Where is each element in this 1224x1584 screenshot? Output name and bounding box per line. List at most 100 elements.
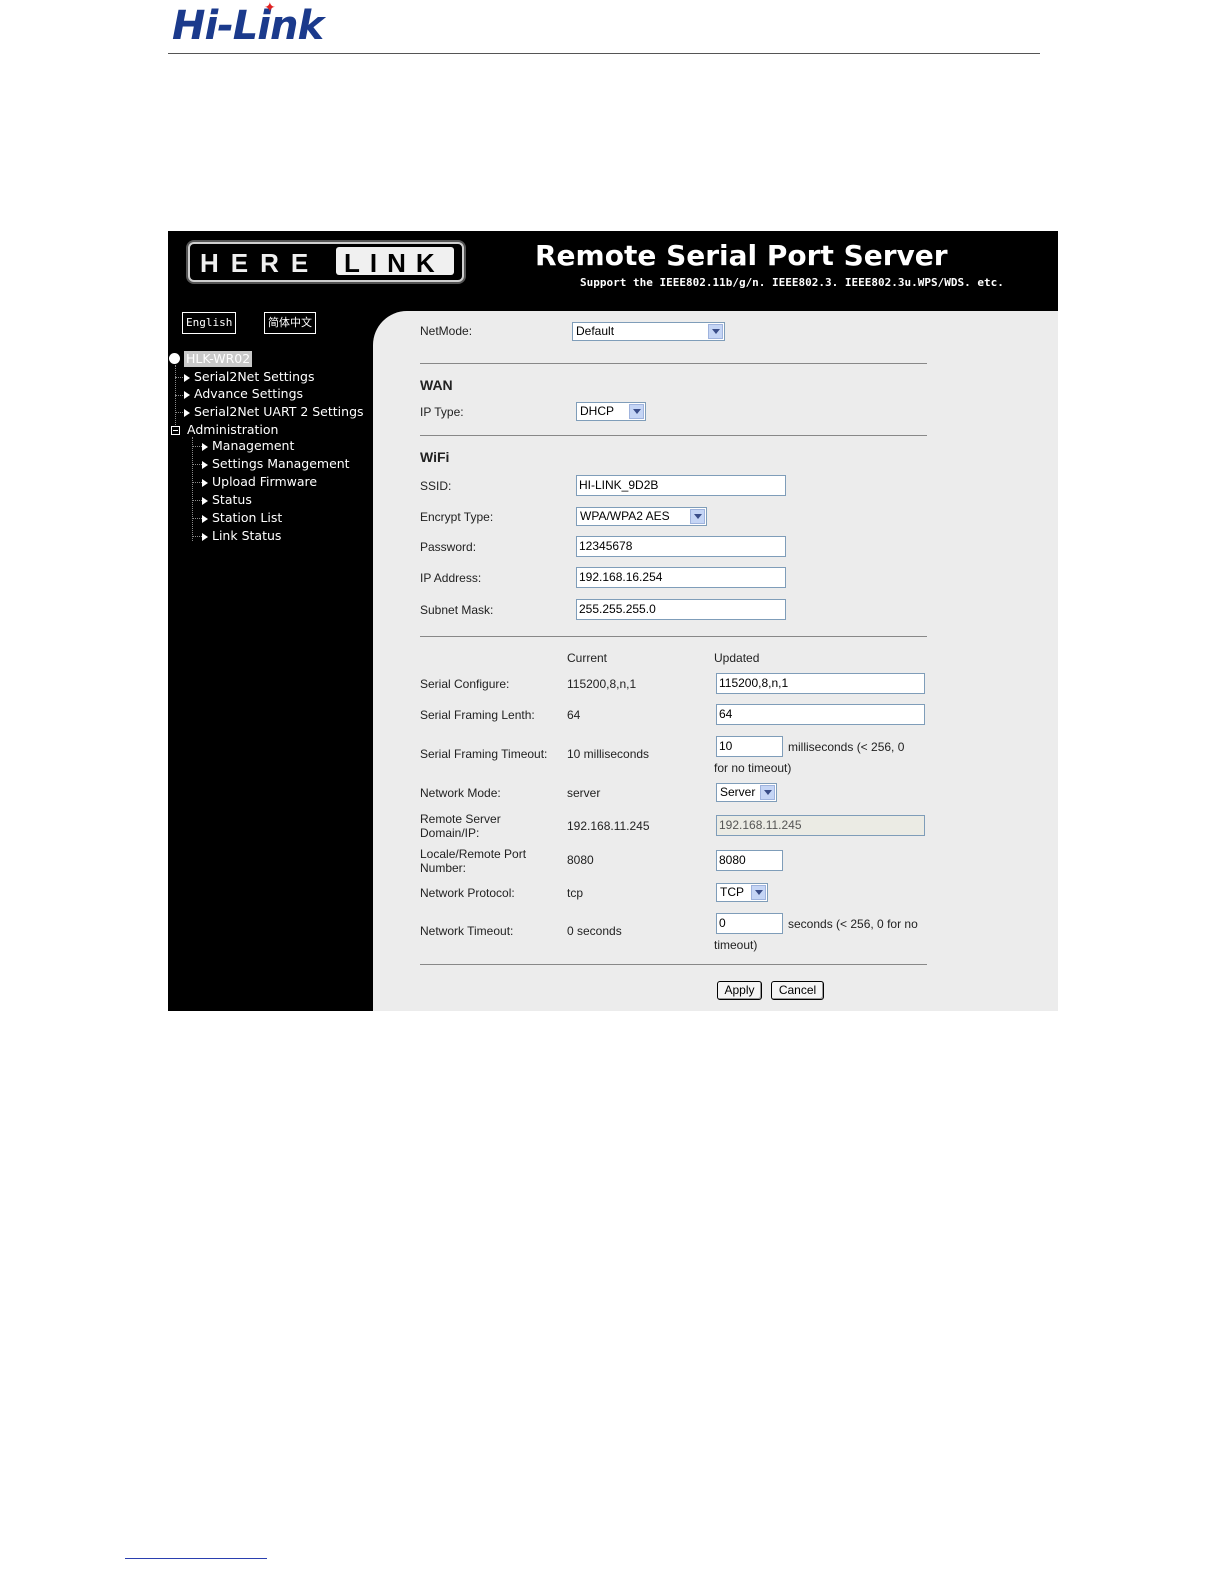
nav-item-label: Serial2Net Settings	[194, 369, 315, 384]
logo-text: Hi-Link	[172, 3, 324, 49]
encrypt-type-value: WPA/WPA2 AES	[580, 509, 670, 523]
root-node-icon	[169, 353, 180, 364]
nav-item-upload-firmware[interactable]: Upload Firmware	[202, 474, 317, 490]
ssid-label: SSID:	[420, 479, 452, 493]
network-mode-current: server	[567, 786, 601, 800]
serial-framing-length-field[interactable]: 64	[716, 704, 925, 725]
remote-server-current: 192.168.11.245	[567, 819, 650, 833]
serial-configure-label: Serial Configure:	[420, 677, 510, 691]
ip-type-value: DHCP	[580, 404, 615, 418]
serial-framing-timeout-label: Serial Framing Timeout:	[420, 747, 548, 761]
network-mode-label: Network Mode:	[420, 786, 501, 800]
remote-server-field[interactable]: 192.168.11.245	[716, 815, 925, 836]
encrypt-type-select[interactable]: WPA/WPA2 AES	[576, 507, 707, 526]
network-mode-value: Server	[720, 785, 756, 799]
serial-framing-timeout-hint-2: for no timeout)	[714, 761, 792, 775]
hi-link-logo: Hi-Link ✦	[172, 0, 342, 49]
remote-server-label-2: Domain/IP:	[420, 826, 480, 840]
chevron-down-icon	[760, 785, 775, 800]
nav-item-uart2-settings[interactable]: Serial2Net UART 2 Settings	[184, 404, 364, 420]
arrow-right-icon	[202, 532, 208, 541]
tree-connector	[192, 482, 202, 483]
wifi-header: WiFi	[420, 449, 450, 465]
arrow-right-icon	[202, 496, 208, 505]
nav-item-station-list[interactable]: Station List	[202, 510, 282, 526]
tree-connector	[192, 464, 202, 465]
network-mode-select[interactable]: Server	[716, 783, 777, 802]
tree-connector	[192, 500, 202, 501]
banner: HERE LINK Remote Serial Port Server Supp…	[168, 231, 1058, 311]
chevron-down-icon	[708, 324, 723, 339]
serial-framing-length-label: Serial Framing Lenth:	[420, 708, 535, 722]
arrow-right-icon	[202, 460, 208, 469]
tree-connector	[192, 446, 202, 447]
ip-address-field[interactable]: 192.168.16.254	[576, 567, 786, 588]
serial-framing-length-current: 64	[567, 708, 581, 722]
chevron-down-icon	[690, 509, 705, 524]
port-label-2: Number:	[420, 861, 467, 875]
password-label: Password:	[420, 540, 477, 554]
network-protocol-current: tcp	[567, 886, 584, 900]
tree-connector	[175, 365, 176, 429]
nav-item-label: Settings Management	[212, 456, 350, 471]
arrow-right-icon	[202, 442, 208, 451]
settings-panel: NetMode: Default WAN IP Type: DHCP WiFi …	[373, 311, 1058, 1011]
arrow-right-icon	[202, 514, 208, 523]
network-protocol-value: TCP	[720, 885, 744, 899]
nav-item-administration[interactable]: Administration	[187, 422, 278, 438]
brand-link: LINK	[344, 248, 445, 278]
banner-subtitle: Support the IEEE802.11b/g/n. IEEE802.3. …	[580, 276, 1004, 289]
ssid-field[interactable]: HI-LINK_9D2B	[576, 475, 786, 496]
nav-item-link-status[interactable]: Link Status	[202, 528, 281, 544]
header-rule	[168, 53, 1040, 54]
serial-configure-current: 115200,8,n,1	[567, 677, 637, 691]
nav-item-advance-settings[interactable]: Advance Settings	[184, 386, 303, 402]
wan-header: WAN	[420, 377, 453, 393]
tree-connector	[192, 437, 193, 541]
nav-item-label: Advance Settings	[194, 386, 304, 401]
star-icon: ✦	[264, 0, 276, 16]
network-timeout-current: 0 seconds	[567, 924, 622, 938]
network-protocol-select[interactable]: TCP	[716, 883, 768, 902]
footer-rule	[125, 1558, 267, 1559]
subnet-mask-label: Subnet Mask:	[420, 603, 494, 617]
network-timeout-label: Network Timeout:	[420, 924, 514, 938]
nav-item-status[interactable]: Status	[202, 492, 252, 508]
network-timeout-field[interactable]: 0	[716, 913, 783, 934]
serial-framing-timeout-field[interactable]: 10	[716, 736, 783, 757]
column-updated-header: Updated	[714, 651, 760, 665]
arrow-right-icon	[184, 390, 190, 399]
collapse-icon[interactable]	[171, 426, 180, 435]
apply-button[interactable]: Apply	[717, 981, 762, 1000]
herelink-logo: HERE LINK	[188, 242, 464, 282]
brand-link-box: LINK	[336, 247, 454, 278]
divider	[420, 636, 927, 637]
netmode-value: Default	[576, 324, 615, 338]
cancel-button[interactable]: Cancel	[771, 981, 824, 1000]
ip-type-select[interactable]: DHCP	[576, 402, 646, 421]
brand-here: HERE	[200, 248, 321, 278]
language-chinese-button[interactable]: 简体中文	[264, 312, 316, 334]
netmode-select[interactable]: Default	[572, 322, 725, 341]
divider	[420, 363, 927, 364]
nav-item-management[interactable]: Management	[202, 438, 294, 454]
serial-framing-timeout-current: 10 milliseconds	[567, 747, 650, 761]
port-field[interactable]: 8080	[716, 850, 783, 871]
serial-configure-field[interactable]: 115200,8,n,1	[716, 673, 925, 694]
network-protocol-label: Network Protocol:	[420, 886, 515, 900]
nav-item-settings-management[interactable]: Settings Management	[202, 456, 350, 472]
ip-address-label: IP Address:	[420, 571, 482, 585]
language-english-button[interactable]: English	[182, 312, 237, 334]
port-label: Locale/Remote Port	[420, 847, 527, 861]
nav-root[interactable]: HLK-WR02	[184, 351, 253, 367]
serial-framing-timeout-hint: milliseconds (< 256, 0	[788, 740, 905, 754]
divider	[420, 964, 927, 965]
divider	[420, 435, 927, 436]
nav-item-label: Management	[212, 438, 295, 453]
nav-item-serial2net-settings[interactable]: Serial2Net Settings	[184, 369, 315, 385]
nav-item-label: Link Status	[212, 528, 282, 543]
encrypt-type-label: Encrypt Type:	[420, 510, 494, 524]
password-field[interactable]: 12345678	[576, 536, 786, 557]
chevron-down-icon	[751, 885, 766, 900]
subnet-mask-field[interactable]: 255.255.255.0	[576, 599, 786, 620]
